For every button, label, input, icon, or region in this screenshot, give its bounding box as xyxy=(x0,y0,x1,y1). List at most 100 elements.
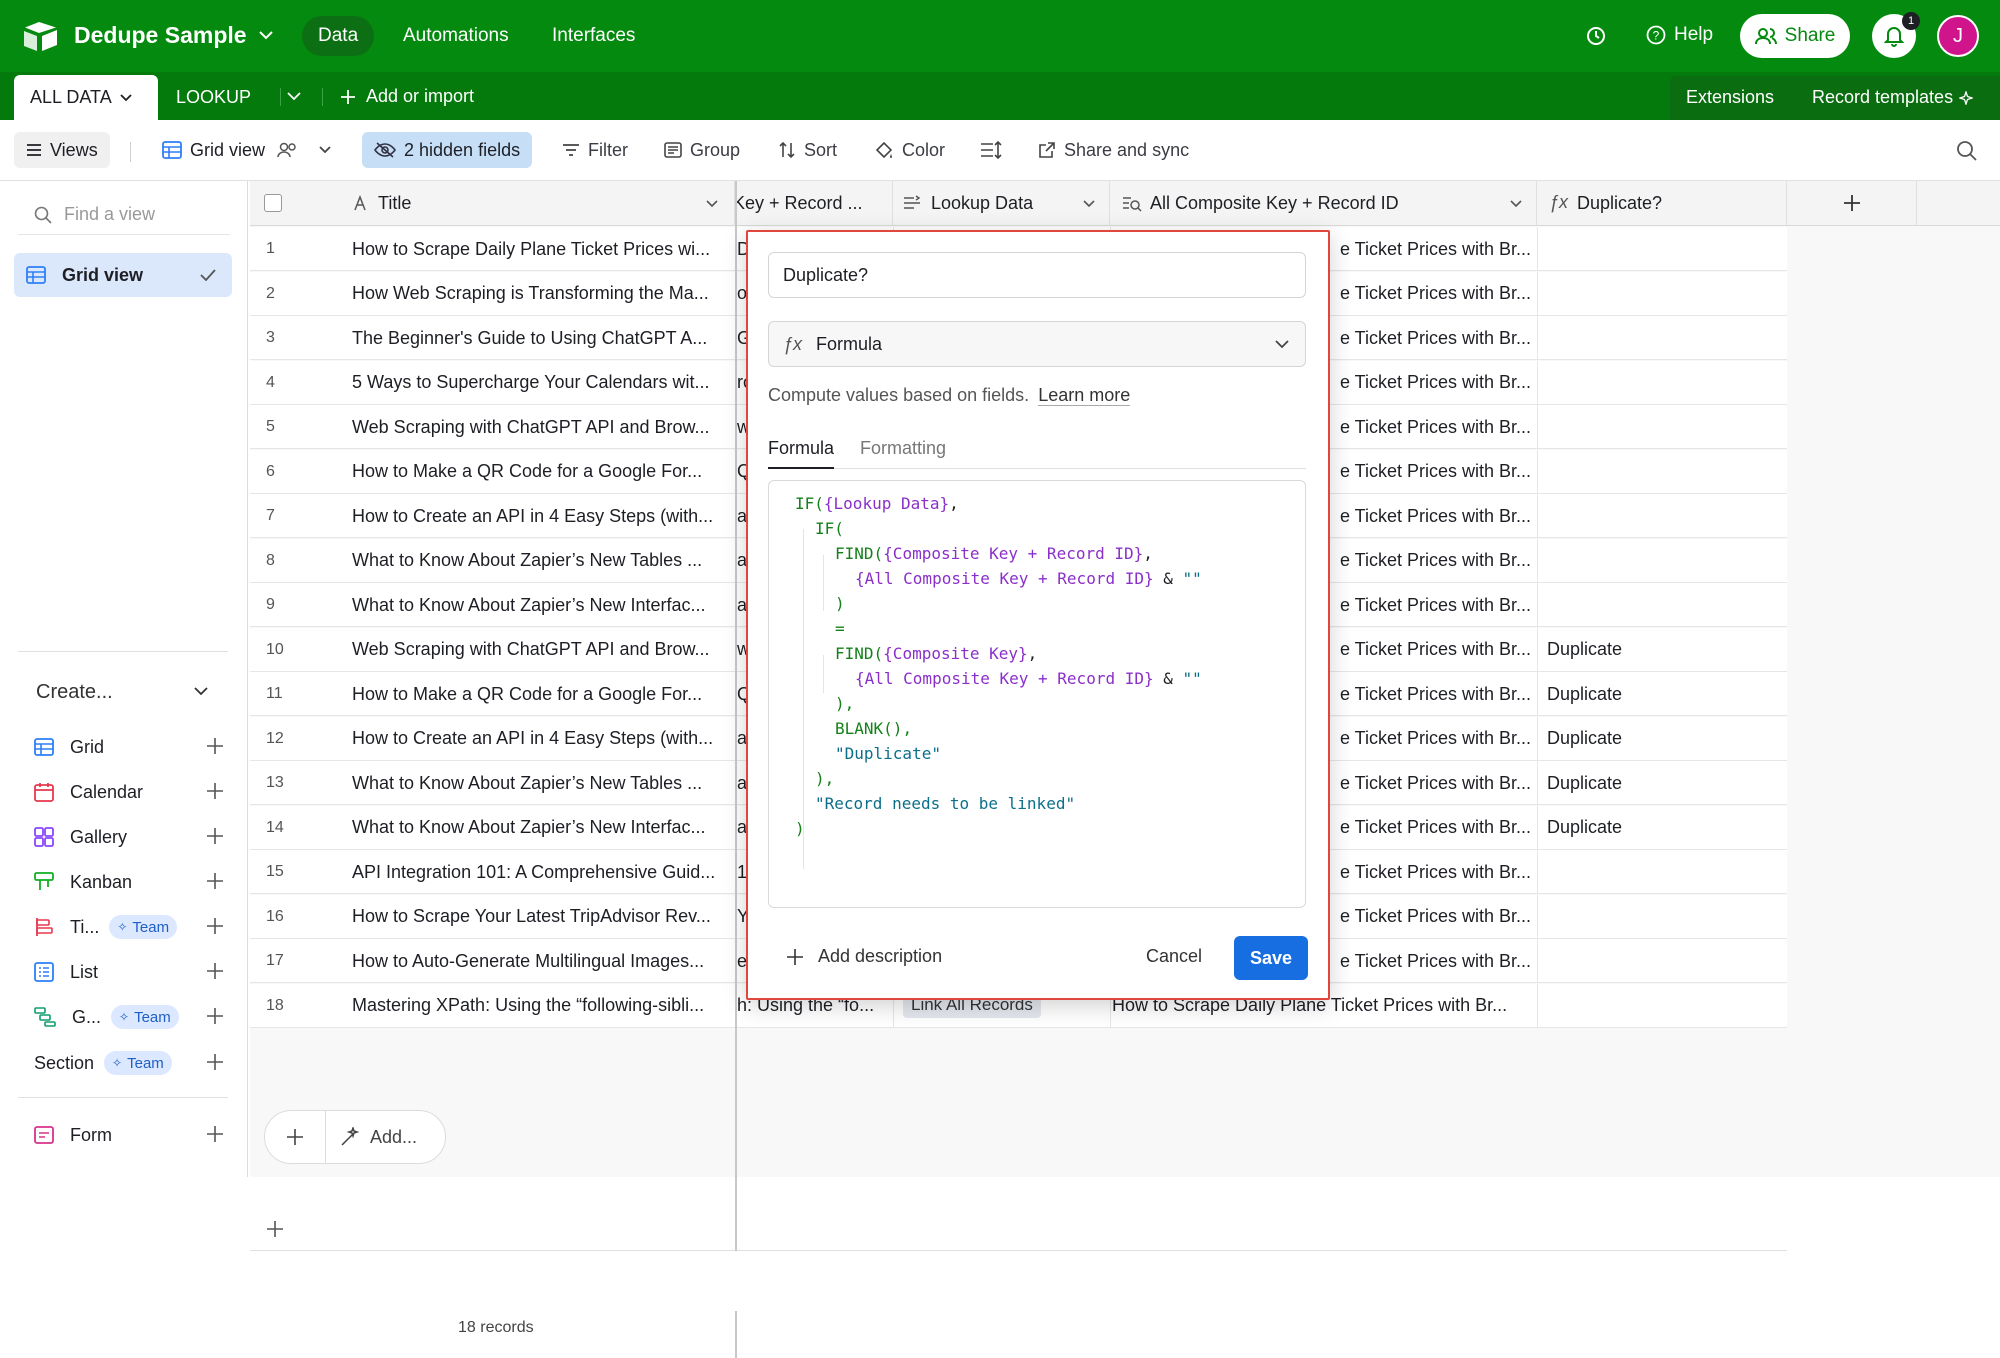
duplicate-cell[interactable] xyxy=(1547,227,1783,271)
title-cell[interactable]: How to Scrape Your Latest TripAdvisor Re… xyxy=(352,895,730,939)
tab-formatting[interactable]: Formatting xyxy=(860,438,946,459)
duplicate-cell[interactable] xyxy=(1547,539,1783,583)
tab-lookup[interactable]: LOOKUP xyxy=(176,87,251,108)
all-composite-cell[interactable]: e Ticket Prices with Br... xyxy=(1340,227,1530,271)
title-cell[interactable]: 5 Ways to Supercharge Your Calendars wit… xyxy=(352,361,730,405)
share-button[interactable]: Share xyxy=(1740,14,1850,58)
all-composite-cell[interactable]: e Ticket Prices with Br... xyxy=(1340,850,1530,894)
help-button[interactable]: ? Help xyxy=(1646,24,1713,46)
duplicate-cell[interactable] xyxy=(1547,583,1783,627)
duplicate-cell[interactable]: Duplicate xyxy=(1547,717,1783,761)
footer-ai-add-button[interactable]: Add... xyxy=(326,1127,417,1148)
duplicate-cell[interactable] xyxy=(1547,316,1783,360)
nav-automations[interactable]: Automations xyxy=(403,25,509,47)
create-section[interactable]: Section ✧ Team xyxy=(34,1045,224,1081)
cancel-button[interactable]: Cancel xyxy=(1146,946,1202,967)
title-cell[interactable]: The Beginner's Guide to Using ChatGPT A.… xyxy=(352,316,730,360)
add-description-button[interactable]: Add description xyxy=(786,946,942,967)
column-header-duplicate[interactable]: ƒx Duplicate? xyxy=(1537,181,1787,226)
all-composite-cell[interactable]: e Ticket Prices with Br... xyxy=(1340,939,1530,983)
filter-button[interactable]: Filter xyxy=(554,132,636,168)
all-composite-cell[interactable]: e Ticket Prices with Br... xyxy=(1340,361,1530,405)
create-calendar-view[interactable]: Calendar xyxy=(34,774,224,810)
all-composite-cell[interactable]: e Ticket Prices with Br... xyxy=(1340,450,1530,494)
duplicate-cell[interactable]: Duplicate xyxy=(1547,761,1783,805)
title-cell[interactable]: Mastering XPath: Using the “following-si… xyxy=(352,984,730,1028)
add-record-row[interactable] xyxy=(250,1208,1787,1251)
column-header-lookup-data[interactable]: Lookup Data xyxy=(893,181,1110,226)
duplicate-cell[interactable] xyxy=(1547,361,1783,405)
color-button[interactable]: Color xyxy=(866,132,953,168)
all-composite-cell[interactable]: e Ticket Prices with Br... xyxy=(1340,672,1530,716)
chevron-down-icon[interactable] xyxy=(194,687,208,696)
record-templates-button[interactable]: Record templates xyxy=(1812,87,1974,108)
footer-add-button[interactable] xyxy=(265,1128,325,1146)
create-grid-view[interactable]: Grid xyxy=(34,729,224,765)
title-cell[interactable]: How to Create an API in 4 Easy Steps (wi… xyxy=(352,494,730,538)
all-composite-cell[interactable]: e Ticket Prices with Br... xyxy=(1340,583,1530,627)
create-timeline-view[interactable]: Ti... ✧ Team xyxy=(34,909,224,945)
all-composite-cell[interactable]: e Ticket Prices with Br... xyxy=(1340,272,1530,316)
all-composite-cell[interactable]: e Ticket Prices with Br... xyxy=(1340,717,1530,761)
tab-all-data[interactable]: ALL DATA xyxy=(14,75,158,120)
all-composite-cell[interactable]: e Ticket Prices with Br... xyxy=(1340,806,1530,850)
duplicate-cell[interactable] xyxy=(1547,895,1783,939)
group-button[interactable]: Group xyxy=(656,132,748,168)
create-list-view[interactable]: List xyxy=(34,954,224,990)
select-all-checkbox[interactable] xyxy=(264,194,282,212)
grid-view-switcher[interactable]: Grid view xyxy=(154,132,347,168)
column-header-composite-key[interactable]: Key + Record ... xyxy=(737,181,893,226)
add-field-button[interactable] xyxy=(1787,181,1917,226)
find-view-input[interactable]: Find a view xyxy=(18,195,230,235)
views-toggle-button[interactable]: Views xyxy=(14,132,110,168)
row-height-button[interactable] xyxy=(972,132,1018,168)
duplicate-cell[interactable] xyxy=(1547,850,1783,894)
all-composite-cell[interactable]: e Ticket Prices with Br... xyxy=(1340,405,1530,449)
more-tables-chevron-icon[interactable] xyxy=(287,92,301,101)
duplicate-cell[interactable] xyxy=(1547,405,1783,449)
duplicate-cell[interactable] xyxy=(1547,272,1783,316)
all-composite-cell[interactable]: e Ticket Prices with Br... xyxy=(1340,895,1530,939)
create-kanban-view[interactable]: Kanban xyxy=(34,864,224,900)
title-cell[interactable]: Web Scraping with ChatGPT API and Brow..… xyxy=(352,405,730,449)
duplicate-cell[interactable] xyxy=(1547,450,1783,494)
save-button[interactable]: Save xyxy=(1234,936,1308,980)
duplicate-cell[interactable]: Duplicate xyxy=(1547,806,1783,850)
duplicate-cell[interactable]: Duplicate xyxy=(1547,672,1783,716)
column-header-title[interactable]: Title xyxy=(250,181,735,226)
duplicate-cell[interactable] xyxy=(1547,939,1783,983)
field-type-select[interactable]: ƒx Formula xyxy=(768,321,1306,367)
duplicate-cell[interactable]: Duplicate xyxy=(1547,628,1783,672)
all-composite-cell[interactable]: e Ticket Prices with Br... xyxy=(1340,316,1530,360)
title-cell[interactable]: How to Create an API in 4 Easy Steps (wi… xyxy=(352,717,730,761)
title-cell[interactable]: How to Scrape Daily Plane Ticket Prices … xyxy=(352,227,730,271)
hidden-fields-button[interactable]: 2 hidden fields xyxy=(362,132,533,168)
all-composite-cell[interactable]: e Ticket Prices with Br... xyxy=(1340,494,1530,538)
search-icon[interactable] xyxy=(1956,140,1978,162)
title-cell[interactable]: How to Auto-Generate Multilingual Images… xyxy=(352,939,730,983)
avatar[interactable]: J xyxy=(1937,15,1979,57)
base-name-menu[interactable]: Dedupe Sample xyxy=(74,22,273,49)
share-and-sync-button[interactable]: Share and sync xyxy=(1030,132,1197,168)
create-gallery-view[interactable]: Gallery xyxy=(34,819,224,855)
tab-formula[interactable]: Formula xyxy=(768,438,835,469)
airtable-logo-icon[interactable] xyxy=(22,20,60,54)
title-cell[interactable]: How Web Scraping is Transforming the Ma.… xyxy=(352,272,730,316)
duplicate-cell[interactable] xyxy=(1547,984,1783,1028)
sort-button[interactable]: Sort xyxy=(770,132,845,168)
formula-editor[interactable]: IF({Lookup Data}, IF( FIND({Composite Ke… xyxy=(768,480,1306,908)
title-cell[interactable]: What to Know About Zapier’s New Tables .… xyxy=(352,539,730,583)
title-cell[interactable]: How to Make a QR Code for a Google For..… xyxy=(352,450,730,494)
title-cell[interactable]: How to Make a QR Code for a Google For..… xyxy=(352,672,730,716)
history-icon[interactable] xyxy=(1585,25,1607,47)
field-name-input[interactable]: Duplicate? xyxy=(768,252,1306,298)
learn-more-link[interactable]: Learn more xyxy=(1038,385,1131,406)
all-composite-cell[interactable]: e Ticket Prices with Br... xyxy=(1340,628,1530,672)
create-form-view[interactable]: Form xyxy=(34,1117,224,1153)
create-gantt-view[interactable]: G... ✧ Team xyxy=(34,999,224,1035)
column-header-all-composite[interactable]: All Composite Key + Record ID xyxy=(1110,181,1537,226)
title-cell[interactable]: Web Scraping with ChatGPT API and Brow..… xyxy=(352,628,730,672)
nav-interfaces[interactable]: Interfaces xyxy=(552,25,635,47)
title-cell[interactable]: What to Know About Zapier’s New Interfac… xyxy=(352,806,730,850)
title-cell[interactable]: What to Know About Zapier’s New Interfac… xyxy=(352,583,730,627)
